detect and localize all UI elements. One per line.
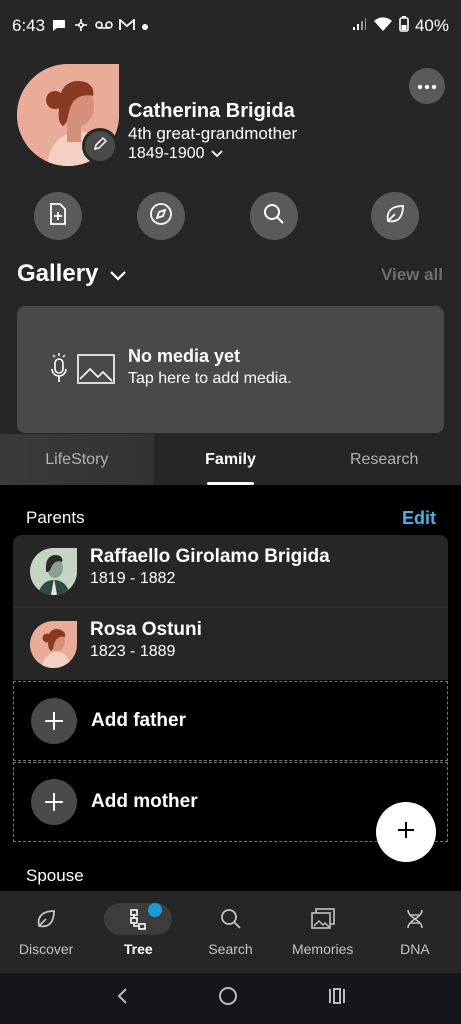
spouse-heading: Spouse [26, 866, 84, 885]
parents-list: Raffaello Girolamo Brigida 1819 - 1882 R… [13, 535, 448, 680]
pencil-icon [92, 136, 108, 157]
profile-tabs: LifeStory Family Research [0, 434, 461, 485]
battery-icon [399, 15, 409, 37]
tab-research[interactable]: Research [307, 434, 461, 485]
tab-family[interactable]: Family [154, 434, 308, 485]
more-options-button[interactable] [409, 68, 445, 104]
image-icon [77, 354, 115, 389]
plus-icon [31, 698, 77, 744]
nav-memories-label: Memories [291, 941, 354, 957]
tab-lifestory[interactable]: LifeStory [0, 434, 154, 485]
add-media-card[interactable]: No media yet Tap here to add media. [17, 306, 444, 433]
explore-button[interactable] [137, 192, 185, 240]
view-all-link[interactable]: View all [381, 265, 443, 285]
nav-search[interactable]: Search [184, 891, 276, 973]
notification-dot-icon [141, 18, 149, 34]
photos-icon [310, 903, 335, 935]
add-fab-button[interactable] [376, 802, 436, 862]
mother-dates: 1823 - 1889 [90, 643, 176, 660]
man-portrait-icon [30, 548, 77, 595]
bottom-navigation: Discover Tree Search Memories DNA [0, 891, 461, 973]
home-icon[interactable] [218, 986, 238, 1011]
nav-dna[interactable]: DNA [369, 891, 461, 973]
search-icon [263, 203, 285, 230]
microphone-icon [49, 353, 69, 390]
plus-icon [31, 779, 77, 825]
add-father-button[interactable]: Add father [13, 681, 448, 761]
wifi-icon [373, 16, 393, 37]
add-mother-label: Add mother [91, 791, 198, 812]
status-time: 6:43 [12, 16, 46, 35]
nav-memories[interactable]: Memories [277, 891, 369, 973]
person-dates: 1849-1900 [128, 145, 205, 162]
parents-heading: Parents [26, 508, 85, 527]
nav-discover[interactable]: Discover [0, 891, 92, 973]
plus-icon [397, 821, 415, 844]
nav-dna-label: DNA [400, 941, 430, 957]
battery-percent: 40% [414, 16, 449, 35]
add-document-icon [48, 202, 68, 230]
chevron-down-icon [210, 145, 223, 163]
parent-row-mother[interactable]: Rosa Ostuni 1823 - 1889 [13, 607, 448, 679]
person-dates-dropdown[interactable]: 1849-1900 [128, 145, 223, 163]
back-icon[interactable] [115, 987, 129, 1010]
chat-icon [51, 17, 67, 36]
recent-apps-icon[interactable] [327, 987, 347, 1010]
parent-row-father[interactable]: Raffaello Girolamo Brigida 1819 - 1882 [13, 535, 448, 607]
gmail-icon [119, 18, 135, 34]
father-name: Raffaello Girolamo Brigida [90, 546, 330, 567]
more-dots-icon [417, 77, 437, 95]
no-media-subtitle: Tap here to add media. [128, 370, 292, 387]
add-record-button[interactable] [34, 192, 82, 240]
person-relation: 4th great-grandmother [128, 124, 298, 143]
father-dates: 1819 - 1882 [90, 570, 176, 587]
mother-name: Rosa Ostuni [90, 619, 202, 640]
edit-photo-button[interactable] [82, 128, 118, 164]
nav-tree[interactable]: Tree [92, 891, 184, 973]
no-media-title: No media yet [128, 346, 241, 366]
nav-discover-label: Discover [18, 941, 74, 957]
edit-parents-link[interactable]: Edit [402, 508, 436, 529]
gallery-dropdown[interactable]: Gallery [17, 260, 127, 288]
woman-portrait-icon [30, 621, 77, 668]
nav-search-label: Search [208, 941, 253, 957]
add-father-label: Add father [91, 710, 186, 731]
compass-icon [149, 202, 173, 231]
search-records-button[interactable] [250, 192, 298, 240]
leaf-icon [384, 203, 406, 230]
pinwheel-icon [73, 17, 89, 36]
profile-header: Catherina Brigida 4th great-grandmother … [0, 52, 461, 434]
status-bar: 6:43 40% [0, 0, 461, 52]
discover-button[interactable] [371, 192, 419, 240]
leaf-icon [35, 903, 57, 935]
tree-icon [104, 903, 173, 935]
voicemail-icon [95, 18, 113, 34]
person-name: Catherina Brigida [128, 100, 295, 122]
search-icon [220, 903, 242, 935]
profile-avatar[interactable] [17, 64, 119, 166]
chevron-down-icon [110, 260, 127, 288]
dna-icon [404, 903, 426, 935]
gallery-title: Gallery [17, 260, 99, 287]
system-navigation-bar [0, 973, 461, 1024]
nav-tree-label: Tree [123, 941, 153, 957]
signal-icon [351, 16, 367, 37]
